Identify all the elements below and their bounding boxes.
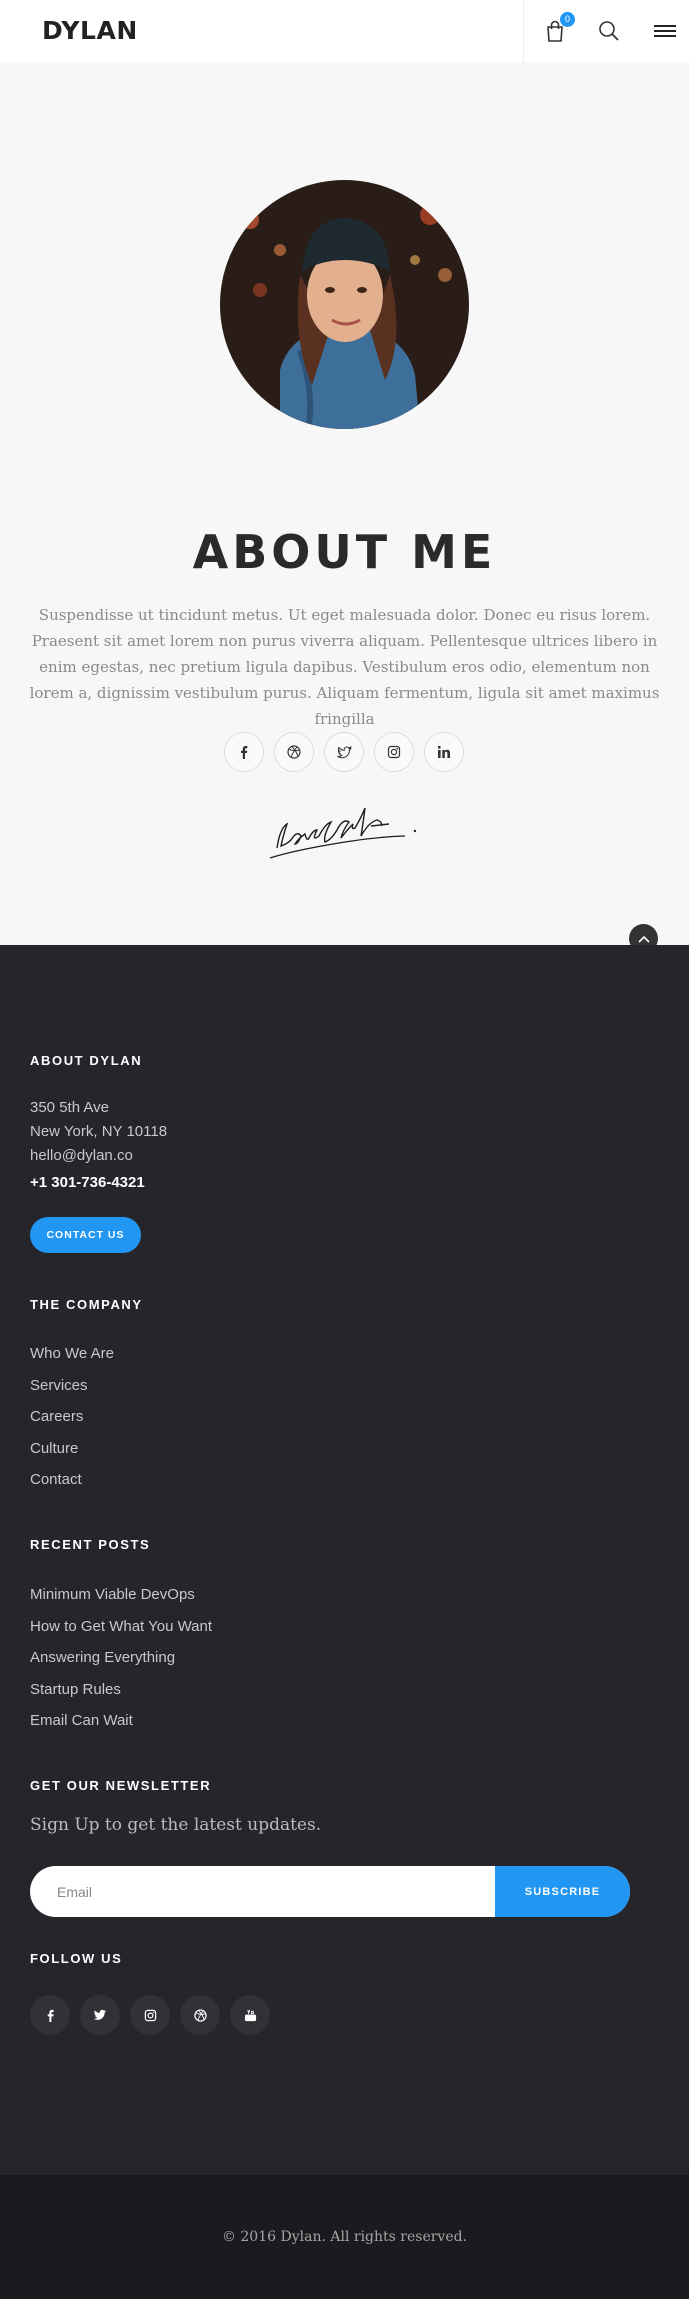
footer-about-heading: ABOUT DYLAN bbox=[30, 1053, 143, 1068]
facebook-icon[interactable] bbox=[224, 732, 264, 772]
chevron-up-icon bbox=[637, 935, 650, 943]
post-link[interactable]: How to Get What You Want bbox=[30, 1617, 212, 1649]
site-logo[interactable]: DYLAN bbox=[42, 16, 138, 45]
post-link[interactable]: Email Can Wait bbox=[30, 1711, 212, 1743]
menu-icon[interactable] bbox=[652, 19, 678, 43]
about-section: ABOUT ME Suspendisse ut tincidunt metus.… bbox=[0, 62, 689, 953]
contact-email[interactable]: hello@dylan.co bbox=[30, 1147, 133, 1164]
dribbble-icon[interactable] bbox=[180, 1995, 220, 2035]
signature bbox=[265, 800, 425, 862]
site-footer: ABOUT DYLAN 350 5th Ave New York, NY 101… bbox=[0, 945, 689, 2175]
company-link[interactable]: Services bbox=[30, 1376, 114, 1408]
footer-follow-heading: FOLLOW US bbox=[30, 1951, 123, 1966]
about-title: ABOUT ME bbox=[192, 525, 497, 579]
contact-phone[interactable]: +1 301-736-4321 bbox=[30, 1174, 145, 1191]
address-line-1: 350 5th Ave bbox=[30, 1099, 109, 1116]
facebook-icon[interactable] bbox=[30, 1995, 70, 2035]
footer-newsletter-heading: GET OUR NEWSLETTER bbox=[30, 1778, 212, 1793]
youtube-icon[interactable] bbox=[230, 1995, 270, 2035]
follow-social-links bbox=[30, 1995, 270, 2035]
copyright-bar: © 2016 Dylan. All rights reserved. bbox=[0, 2175, 689, 2299]
company-link[interactable]: Contact bbox=[30, 1470, 114, 1502]
company-link[interactable]: Careers bbox=[30, 1407, 114, 1439]
recent-posts-list: Minimum Viable DevOps How to Get What Yo… bbox=[30, 1585, 212, 1743]
header-actions: 0 bbox=[523, 0, 689, 62]
cart-count-badge: 0 bbox=[560, 12, 575, 27]
subscribe-button[interactable]: SUBSCRIBE bbox=[495, 1866, 630, 1917]
instagram-icon[interactable] bbox=[130, 1995, 170, 2035]
linkedin-icon[interactable] bbox=[424, 732, 464, 772]
newsletter-email-input[interactable] bbox=[30, 1866, 495, 1917]
company-links: Who We Are Services Careers Culture Cont… bbox=[30, 1344, 114, 1502]
profile-photo bbox=[220, 180, 469, 429]
footer-posts-heading: RECENT POSTS bbox=[30, 1537, 151, 1552]
newsletter-form: SUBSCRIBE bbox=[30, 1866, 630, 1917]
search-icon[interactable] bbox=[596, 18, 622, 44]
instagram-icon[interactable] bbox=[374, 732, 414, 772]
about-description: Suspendisse ut tincidunt metus. Ut eget … bbox=[29, 606, 660, 728]
contact-us-button[interactable]: CONTACT US bbox=[30, 1217, 141, 1253]
twitter-icon[interactable] bbox=[80, 1995, 120, 2035]
newsletter-subtitle: Sign Up to get the latest updates. bbox=[30, 1815, 322, 1835]
twitter-icon[interactable] bbox=[324, 732, 364, 772]
post-link[interactable]: Minimum Viable DevOps bbox=[30, 1585, 212, 1617]
company-link[interactable]: Culture bbox=[30, 1439, 114, 1471]
footer-company-heading: THE COMPANY bbox=[30, 1297, 143, 1312]
company-link[interactable]: Who We Are bbox=[30, 1344, 114, 1376]
post-link[interactable]: Startup Rules bbox=[30, 1680, 212, 1712]
post-link[interactable]: Answering Everything bbox=[30, 1648, 212, 1680]
address-line-2: New York, NY 10118 bbox=[30, 1123, 168, 1140]
dribbble-icon[interactable] bbox=[274, 732, 314, 772]
site-header: DYLAN 0 bbox=[0, 0, 689, 62]
about-social-links bbox=[224, 732, 464, 772]
